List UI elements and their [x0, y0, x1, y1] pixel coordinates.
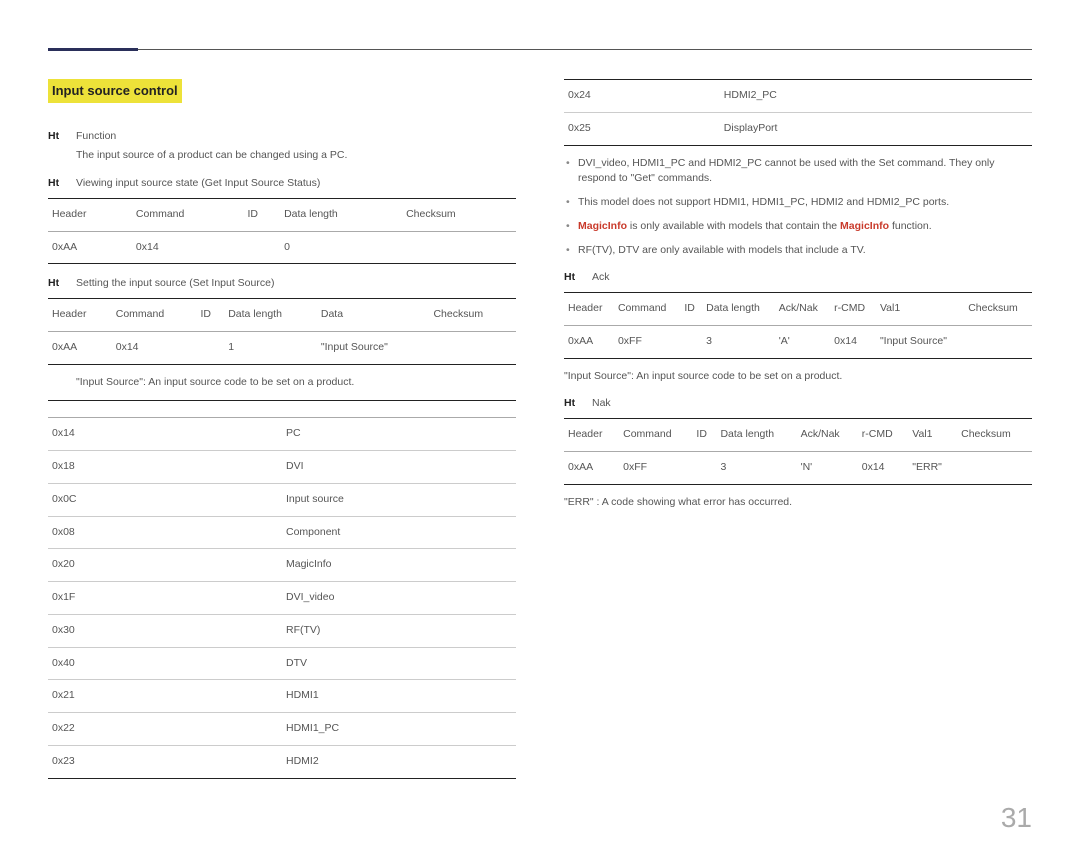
func-label: Function: [76, 129, 116, 145]
nak-item: Ht Nak: [564, 396, 1032, 412]
top-rule: [48, 48, 1032, 51]
ht-marker: Ht: [48, 176, 66, 192]
page-number: 31: [48, 797, 1032, 839]
set-item: Ht Setting the input source (Set Input S…: [48, 276, 516, 292]
ack-label: Ack: [592, 270, 610, 286]
note-input-source: "Input Source": An input source code to …: [76, 375, 516, 391]
note-input-source-right: "Input Source": An input source code to …: [564, 369, 1032, 385]
table-codes-cont: 0x24HDMI2_PC 0x25DisplayPort: [564, 79, 1032, 146]
magicinfo-emph: MagicInfo: [578, 220, 627, 232]
view-label: Viewing input source state (Get Input So…: [76, 176, 320, 192]
set-label: Setting the input source (Set Input Sour…: [76, 276, 274, 292]
note-item: MagicInfo is only available with models …: [564, 219, 1032, 235]
ht-marker: Ht: [564, 396, 582, 412]
note-item: RF(TV), DTV are only available with mode…: [564, 243, 1032, 259]
table-get: HeaderCommand IDData length Checksum 0xA…: [48, 198, 516, 265]
view-item: Ht Viewing input source state (Get Input…: [48, 176, 516, 192]
ht-marker: Ht: [48, 129, 66, 145]
note-item: DVI_video, HDMI1_PC and HDMI2_PC cannot …: [564, 156, 1032, 188]
func-item: Ht Function: [48, 129, 516, 145]
notes-list: DVI_video, HDMI1_PC and HDMI2_PC cannot …: [564, 156, 1032, 259]
table-ack: HeaderCommand IDData length Ack/Nakr-CMD…: [564, 292, 1032, 359]
magicinfo-emph: MagicInfo: [840, 220, 889, 232]
table-set: HeaderCommand IDData length DataChecksum…: [48, 298, 516, 365]
nak-label: Nak: [592, 396, 611, 412]
right-column: 0x24HDMI2_PC 0x25DisplayPort DVI_video, …: [564, 79, 1032, 789]
ht-marker: Ht: [48, 276, 66, 292]
ht-marker: Ht: [564, 270, 582, 286]
func-desc: The input source of a product can be cha…: [76, 148, 516, 164]
ack-item: Ht Ack: [564, 270, 1032, 286]
table-codes: 0x14PC 0x18DVI 0x0CInput source 0x08Comp…: [48, 400, 516, 778]
table-nak: HeaderCommand IDData length Ack/Nakr-CMD…: [564, 418, 1032, 485]
section-title: Input source control: [48, 79, 182, 103]
note-item: This model does not support HDMI1, HDMI1…: [564, 195, 1032, 211]
err-note: "ERR" : A code showing what error has oc…: [564, 495, 1032, 511]
left-column: Input source control Ht Function The inp…: [48, 79, 516, 789]
